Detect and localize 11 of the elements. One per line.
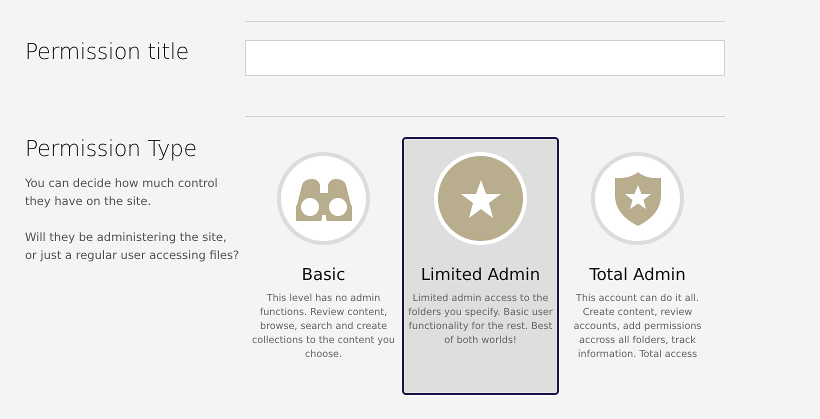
permission-option-card[interactable]: Basic This level has no admin functions. Review content, browse, search and create collections to the content you choose. — [245, 137, 402, 395]
description-text: Will they be administering the site, or just a regular user accessing files? — [25, 229, 240, 264]
binoculars-icon — [296, 176, 352, 220]
description-text: You can decide how much control they have on the site. — [25, 175, 219, 210]
title-input-field[interactable] — [245, 40, 725, 76]
field-label: Permission title — [25, 40, 190, 65]
star-icon — [460, 178, 502, 218]
permission-option-card[interactable]: Total Admin This account can do it all. Create content, review accounts, add permissions accross all folders, track information. Total access — [559, 137, 716, 395]
section-heading: Permission Type — [25, 137, 198, 162]
permission-option-card[interactable]: Limited Admin Limited admin access to the folders you specify. Basic user functionality for the rest. Best of both worlds! — [402, 137, 559, 395]
shield-icon — [614, 170, 662, 226]
